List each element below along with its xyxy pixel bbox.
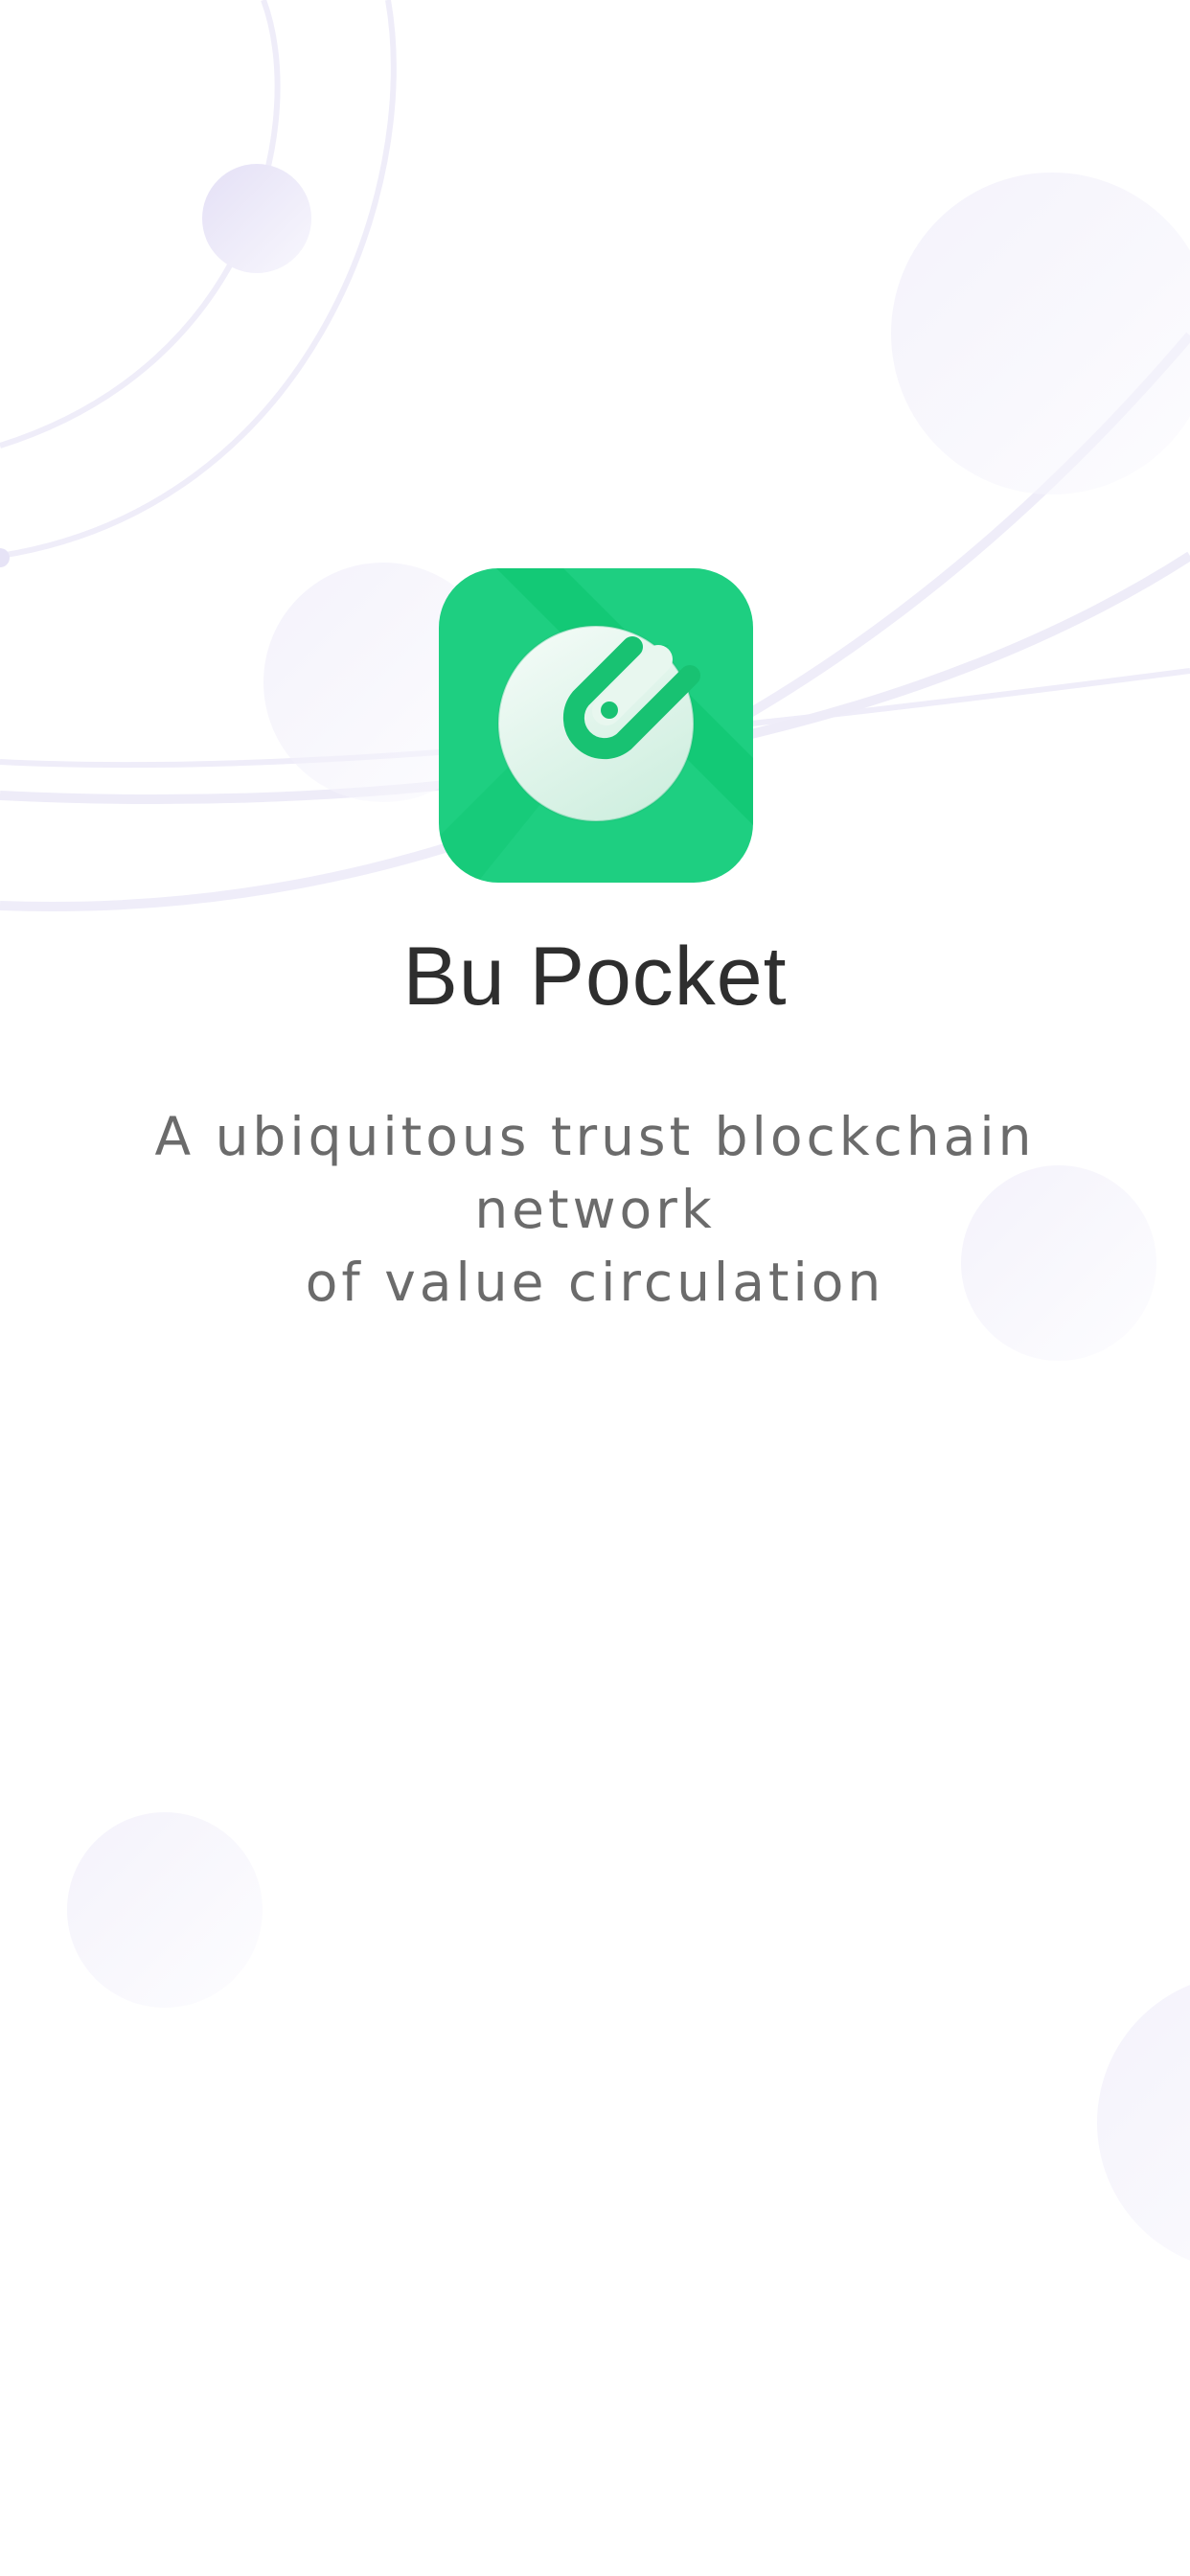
app-name: Bu Pocket	[402, 931, 788, 1023]
bu-pocket-logo-icon	[439, 568, 753, 883]
tagline-line-1: A ubiquitous trust blockchain network	[154, 1106, 1036, 1240]
tagline-line-2: of value circulation	[305, 1252, 885, 1313]
tagline: A ubiquitous trust blockchain network of…	[57, 1100, 1133, 1319]
